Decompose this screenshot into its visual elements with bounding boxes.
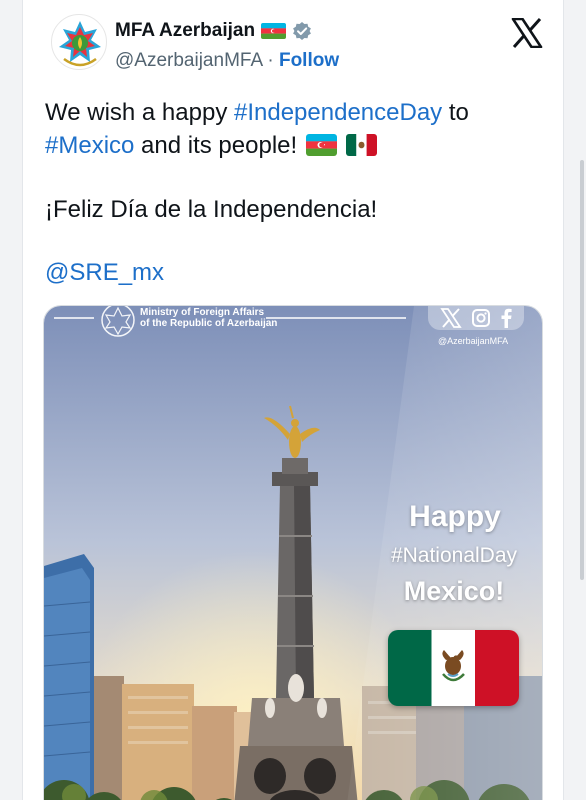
tweet-image[interactable]: Ministry of Foreign Affairs of the Repub… [43,305,543,800]
ministry-line: of the Republic of Azerbaijan [140,318,278,329]
azerbaijan-emblem-icon [56,19,104,67]
country-name: Mexico! [403,576,505,606]
hashtag-link[interactable]: #Mexico [45,132,134,159]
tweet-card[interactable]: MFA Azerbaijan @AzerbaijanMFA · Follow W… [22,0,564,800]
ministry-line: Ministry of Foreign Affairs [140,307,265,318]
azerbaijan-flag-icon [305,134,337,156]
avatar[interactable] [51,14,107,70]
social-icons-bar [428,306,524,330]
follow-button[interactable]: Follow [279,50,339,71]
x-icon [440,308,462,328]
separator: · [262,50,279,71]
spanish-greeting: ¡Feliz Día de la Independencia! [45,196,378,223]
mexico-flag-icon [345,134,377,156]
mexico-flag-icon [388,630,519,706]
mexico-flag-image [388,630,519,706]
national-day-hashtag: #NationalDay [390,544,518,567]
instagram-icon [472,309,490,327]
text-segment: We wish a happy [45,99,234,126]
azerbaijan-flag-icon [261,23,287,39]
ministry-caption: Ministry of Foreign Affairs of the Repub… [140,307,277,329]
facebook-icon [501,308,512,328]
tweet-text: We wish a happy #IndependenceDay to #Mex… [45,96,545,162]
greeting-happy: Happy [409,500,501,533]
text-segment: to [442,99,469,126]
image-social-handle: @AzerbaijanMFA [438,336,509,346]
page-scrollbar[interactable] [580,160,584,580]
hashtag-link[interactable]: #IndependenceDay [234,99,442,126]
mention-link[interactable]: @SRE_mx [45,259,164,287]
text-segment: and its people! [134,132,298,159]
verified-badge-icon [293,22,311,40]
x-logo-icon[interactable] [511,18,543,48]
handle[interactable]: @AzerbaijanMFA [115,50,262,71]
display-name[interactable]: MFA Azerbaijan [115,20,255,42]
